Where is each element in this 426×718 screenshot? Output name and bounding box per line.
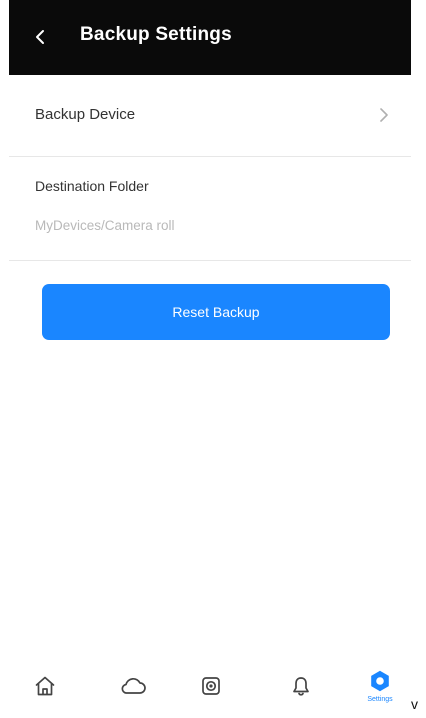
destination-folder-row[interactable]: Destination Folder MyDevices/Camera roll [9, 157, 411, 261]
tab-home[interactable] [15, 653, 75, 718]
settings-gear-icon [371, 670, 389, 691]
destination-folder-value: MyDevices/Camera roll [35, 218, 175, 233]
app-frame: Backup Settings Backup Device Destinatio… [9, 0, 411, 718]
stray-character: v [411, 696, 418, 712]
tab-settings[interactable]: Settings [350, 653, 410, 718]
backup-device-row[interactable]: Backup Device [9, 75, 411, 157]
top-bar: Backup Settings [9, 0, 411, 75]
backup-device-label: Backup Device [35, 106, 136, 123]
chevron-left-icon [36, 30, 44, 44]
tab-cloud[interactable] [103, 653, 163, 718]
home-icon [35, 676, 55, 695]
bottom-tab-bar: Settings [9, 653, 411, 718]
reset-backup-button[interactable]: Reset Backup [42, 284, 390, 340]
bell-icon [293, 676, 309, 696]
tab-settings-label: Settings [367, 695, 393, 703]
back-button[interactable] [27, 22, 53, 52]
tab-notifications[interactable] [271, 653, 331, 718]
screen: Backup Settings Backup Device Destinatio… [0, 0, 426, 718]
chevron-right-icon [380, 108, 388, 122]
cloud-icon [121, 677, 146, 694]
destination-folder-label: Destination Folder [35, 178, 149, 194]
camera-icon [202, 676, 220, 695]
tab-camera[interactable] [181, 653, 241, 718]
page-title: Backup Settings [80, 24, 232, 45]
